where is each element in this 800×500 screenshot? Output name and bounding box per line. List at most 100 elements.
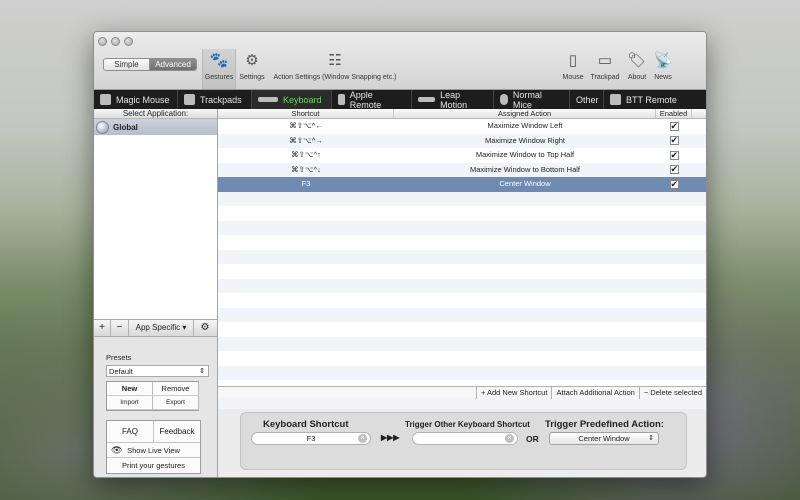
table-row-empty xyxy=(218,336,706,351)
table-row-empty xyxy=(218,307,706,322)
checkbox-checked[interactable]: ✔ xyxy=(669,165,679,175)
checkbox-checked[interactable]: ✔ xyxy=(669,121,679,131)
attach-additional-action-button[interactable]: Attach Additional Action xyxy=(551,387,638,399)
column-spacer xyxy=(692,109,706,118)
table-body: ⌘⇧⌥^← Maximize Window Left ✔ ⌘⇧⌥^→ Maxim… xyxy=(218,119,706,409)
toolbar-news[interactable]: 📡 News xyxy=(651,52,675,81)
show-live-view-button[interactable]: 👁 Show Live View xyxy=(107,443,200,458)
toolbar-mouse-label: Mouse xyxy=(562,74,584,81)
feedback-button[interactable]: Feedback xyxy=(154,421,200,442)
clear-icon[interactable]: × xyxy=(358,434,367,443)
keyboard-shortcut-field[interactable]: F3 × xyxy=(251,432,371,445)
table-row-empty xyxy=(218,322,706,337)
toolbar-mouse[interactable]: ▯ Mouse xyxy=(560,52,586,81)
trigger-predefined-action-label: Trigger Predefined Action: xyxy=(545,419,664,430)
tab-label: Leap Motion xyxy=(440,89,468,110)
application-list[interactable]: Global xyxy=(94,119,217,319)
toolbar-gestures[interactable]: 🐾 Gestures xyxy=(202,49,236,89)
export-preset-button[interactable]: Export xyxy=(153,396,199,410)
row-enabled-checkbox[interactable]: ✔ xyxy=(656,134,692,149)
remote-icon xyxy=(338,94,345,105)
checkbox-checked[interactable]: ✔ xyxy=(669,179,679,189)
faq-button[interactable]: FAQ xyxy=(107,421,154,442)
mode-advanced[interactable]: Advanced xyxy=(150,59,196,70)
table-row-empty xyxy=(218,264,706,279)
tab-label: BTT Remote xyxy=(626,94,677,105)
print-gestures-label: Print your gestures xyxy=(122,461,185,470)
toolbar-settings[interactable]: ⚙ Settings xyxy=(238,52,266,81)
zoom-button[interactable] xyxy=(124,37,133,46)
btt-window: Simple Advanced 🐾 Gestures ⚙ Settings ☷ … xyxy=(93,31,707,478)
column-enabled[interactable]: Enabled xyxy=(656,109,692,118)
row-action: Maximize Window Left xyxy=(487,121,563,130)
column-assigned-action[interactable]: Assigned Action xyxy=(394,109,656,118)
leap-motion-icon xyxy=(418,97,436,102)
mode-simple[interactable]: Simple xyxy=(104,59,150,70)
toolbar-about[interactable]: 🏷 About xyxy=(625,52,649,81)
checkbox-checked[interactable]: ✔ xyxy=(669,136,679,146)
sidebar: Select Application: Global + − App Speci… xyxy=(94,109,218,477)
checkbox-checked[interactable]: ✔ xyxy=(669,150,679,160)
remove-preset-button[interactable]: Remove xyxy=(153,382,199,396)
table-row-empty xyxy=(218,278,706,293)
tab-trackpads[interactable]: Trackpads xyxy=(178,90,252,109)
gear-icon[interactable]: ⚙ xyxy=(194,319,216,337)
print-gestures-button[interactable]: Print your gestures xyxy=(107,458,200,473)
tab-other[interactable]: Other xyxy=(570,90,604,109)
table-row-empty xyxy=(218,249,706,264)
app-item-label: Global xyxy=(113,122,138,132)
app-specific-dropdown[interactable]: App Specific ▾ xyxy=(129,319,194,337)
tab-magic-mouse[interactable]: Magic Mouse xyxy=(94,90,178,109)
tab-label: Other xyxy=(576,94,599,105)
remove-app-button[interactable]: − xyxy=(111,319,129,337)
tab-apple-remote[interactable]: Apple Remote xyxy=(332,90,412,110)
row-enabled-checkbox[interactable]: ✔ xyxy=(656,177,692,192)
keyboard-shortcut-label: Keyboard Shortcut xyxy=(263,419,349,430)
table-row-selected[interactable]: F3 Center Window ✔ xyxy=(218,177,706,192)
toolbar-action-settings-label: Action Settings (Window Snapping etc.) xyxy=(273,74,397,81)
close-button[interactable] xyxy=(98,37,107,46)
row-enabled-checkbox[interactable]: ✔ xyxy=(656,163,692,178)
trigger-other-shortcut-field[interactable]: × xyxy=(412,432,518,445)
toolbar-action-settings[interactable]: ☷ Action Settings (Window Snapping etc.) xyxy=(270,52,400,81)
up-down-arrows-icon: ⇕ xyxy=(199,368,205,375)
tab-keyboard[interactable]: Keyboard xyxy=(252,90,332,109)
add-app-button[interactable]: + xyxy=(94,319,111,337)
eye-icon: 👁 xyxy=(111,445,123,455)
tab-label: Normal Mice xyxy=(512,89,542,110)
table-header: Shortcut Assigned Action Enabled xyxy=(218,109,706,119)
tab-label: Keyboard xyxy=(283,94,322,105)
device-tab-bar: Magic Mouse Trackpads Keyboard Apple Rem… xyxy=(94,89,706,110)
trigger-other-shortcut-label: Trigger Other Keyboard Shortcut xyxy=(405,420,530,429)
table-row-empty xyxy=(218,220,706,235)
tab-label: Trackpads xyxy=(200,94,242,105)
column-shortcut[interactable]: Shortcut xyxy=(218,109,394,118)
import-preset-button[interactable]: Import xyxy=(107,396,153,410)
add-new-shortcut-button[interactable]: + Add New Shortcut xyxy=(475,387,552,399)
tab-normal-mice[interactable]: Normal Mice xyxy=(494,89,570,110)
application-controls: + − App Specific ▾ ⚙ xyxy=(94,319,217,337)
new-preset-button[interactable]: New xyxy=(107,382,153,396)
table-row[interactable]: ⌘⇧⌥^↑ Maximize Window to Top Half ✔ xyxy=(218,148,706,163)
row-action: Maximize Window to Top Half xyxy=(475,150,575,159)
select-application-header: Select Application: xyxy=(94,109,217,119)
minimize-button[interactable] xyxy=(111,37,120,46)
clear-icon[interactable]: × xyxy=(505,434,514,443)
table-row-empty xyxy=(218,206,706,221)
row-shortcut: ⌘⇧⌥^← xyxy=(289,121,323,130)
table-row[interactable]: ⌘⇧⌥^→ Maximize Window Right ✔ xyxy=(218,133,706,149)
delete-selected-button[interactable]: − Delete selected xyxy=(638,387,706,399)
table-row[interactable]: ⌘⇧⌥^↓ Maximize Window to Bottom Half ✔ xyxy=(218,162,706,178)
sliders-icon: ☷ xyxy=(328,52,342,69)
presets-select[interactable]: Default ⇕ xyxy=(106,365,209,377)
shortcut-table: Shortcut Assigned Action Enabled ⌘⇧⌥^← M… xyxy=(218,109,706,409)
mouse-icon xyxy=(500,94,508,105)
table-row[interactable]: ⌘⇧⌥^← Maximize Window Left ✔ xyxy=(218,119,706,134)
toolbar-trackpad[interactable]: ▭ Trackpad xyxy=(589,52,621,81)
app-item-global[interactable]: Global xyxy=(94,119,217,135)
tab-btt-remote[interactable]: BTT Remote xyxy=(604,90,706,109)
predefined-action-dropdown[interactable]: Center Window ⇕ xyxy=(549,432,659,445)
row-enabled-checkbox[interactable]: ✔ xyxy=(656,119,692,134)
row-enabled-checkbox[interactable]: ✔ xyxy=(656,148,692,163)
tab-leap-motion[interactable]: Leap Motion xyxy=(412,89,494,110)
